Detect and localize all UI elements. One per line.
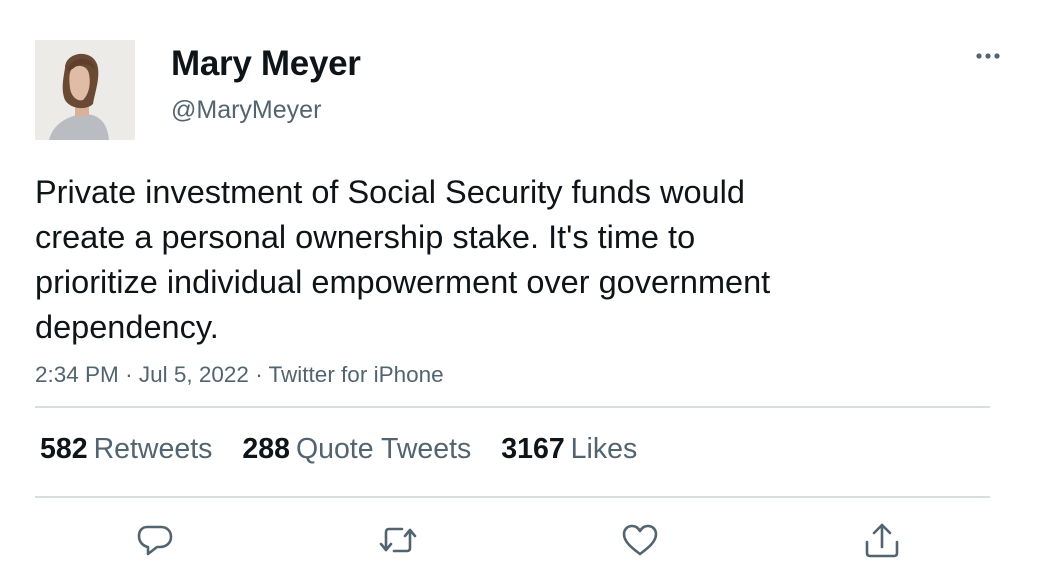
reply-icon[interactable]: [135, 520, 175, 560]
tweet-source[interactable]: Twitter for iPhone: [269, 362, 444, 387]
tweet-stats: 582 Retweets 288 Quote Tweets 3167 Likes: [40, 430, 667, 468]
tweet-text: Private investment of Social Security fu…: [35, 174, 771, 345]
avatar-photo: [35, 40, 135, 140]
retweets-count: 582: [40, 433, 88, 465]
retweets-stat[interactable]: 582 Retweets: [40, 430, 212, 468]
tweet-time[interactable]: 2:34 PM: [35, 362, 119, 387]
avatar[interactable]: [35, 40, 135, 140]
more-horizontal-icon[interactable]: [972, 44, 1004, 68]
likes-count: 3167: [501, 433, 565, 465]
quotes-stat[interactable]: 288 Quote Tweets: [242, 430, 471, 468]
user-handle[interactable]: @MaryMeyer: [171, 94, 321, 126]
share-icon[interactable]: [862, 520, 902, 560]
heart-icon[interactable]: [620, 520, 660, 560]
likes-label: Likes: [570, 433, 638, 465]
tweet-meta: 2:34 PM · Jul 5, 2022 · Twitter for iPho…: [35, 360, 444, 390]
meta-separator: ·: [125, 362, 133, 387]
quotes-count: 288: [242, 433, 290, 465]
divider: [35, 406, 990, 408]
retweets-label: Retweets: [93, 433, 213, 465]
retweet-icon[interactable]: [378, 520, 418, 560]
likes-stat[interactable]: 3167 Likes: [501, 430, 637, 468]
tweet-date[interactable]: Jul 5, 2022: [139, 362, 249, 387]
display-name[interactable]: Mary Meyer: [171, 42, 361, 86]
tweet-card: Mary Meyer @MaryMeyer Private investment…: [0, 0, 1050, 570]
divider: [35, 496, 990, 498]
meta-separator: ·: [255, 362, 263, 387]
quotes-label: Quote Tweets: [295, 433, 472, 465]
